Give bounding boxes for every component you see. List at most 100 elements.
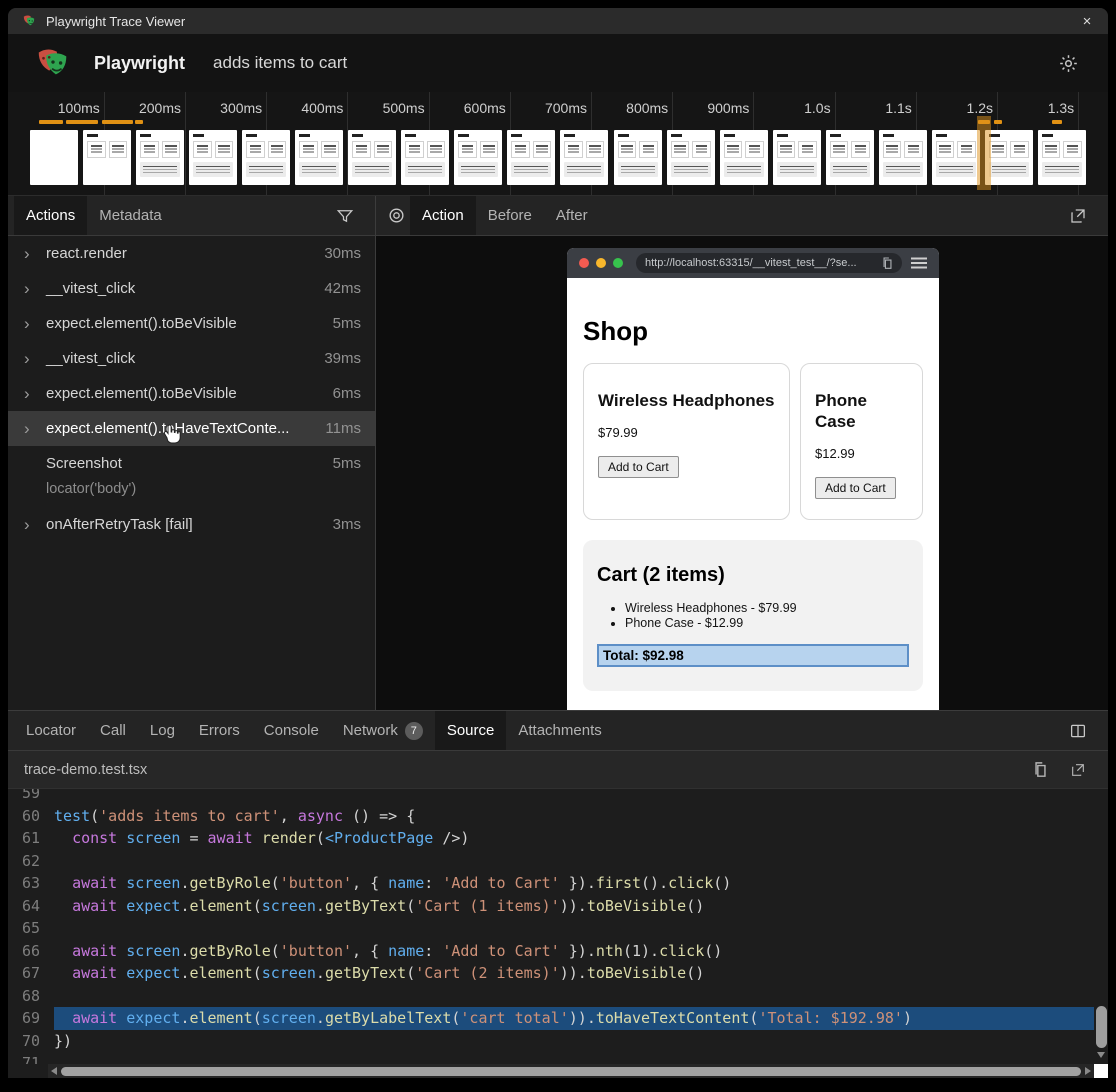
filmstrip-thumbnail-4[interactable]	[189, 130, 237, 185]
filmstrip-thumbnail-13[interactable]	[667, 130, 715, 185]
filmstrip-thumbnail-6[interactable]	[295, 130, 343, 185]
action-list-item[interactable]: ›react.render30ms	[8, 236, 375, 271]
code-line-64[interactable]: 64 await expect.element(screen.getByText…	[8, 895, 1094, 918]
snapshot-browser-window: http://localhost:63315/__vitest_test__/?…	[567, 248, 939, 710]
tab-call[interactable]: Call	[88, 711, 138, 750]
action-list-item[interactable]: ›__vitest_click39ms	[8, 341, 375, 376]
chevron-right-icon[interactable]: ›	[24, 279, 46, 299]
code-line-66[interactable]: 66 await screen.getByRole('button', { na…	[8, 940, 1094, 963]
add-to-cart-button[interactable]: Add to Cart	[598, 456, 679, 478]
code-line-61[interactable]: 61 const screen = await render(<ProductP…	[8, 827, 1094, 850]
chevron-right-icon[interactable]: ›	[24, 349, 46, 369]
code-token	[54, 897, 72, 915]
thumb-line	[1045, 172, 1079, 174]
code-line-60[interactable]: 60test('adds items to cart', async () =>…	[8, 805, 1094, 828]
playwright-logo	[34, 44, 72, 82]
filmstrip-thumbnail-1[interactable]	[30, 130, 78, 185]
chevron-right-icon[interactable]: ›	[24, 244, 46, 264]
filmstrip[interactable]	[30, 130, 1086, 186]
open-source-external-link-icon[interactable]	[1064, 756, 1092, 784]
source-code-viewer[interactable]: 5960test('adds items to cart', async () …	[8, 789, 1108, 1078]
code-token: (	[253, 1009, 262, 1027]
split-columns-icon[interactable]	[1064, 717, 1092, 745]
code-line-71[interactable]: 71	[8, 1052, 1094, 1064]
tab-after[interactable]: After	[544, 196, 600, 235]
vertical-scrollbar[interactable]	[1094, 789, 1108, 1064]
filmstrip-thumbnail-3[interactable]	[136, 130, 184, 185]
tab-action[interactable]: Action	[410, 196, 476, 235]
chevron-right-icon[interactable]: ›	[24, 314, 46, 334]
filmstrip-thumbnail-12[interactable]	[614, 130, 662, 185]
code-line-70[interactable]: 70})	[8, 1030, 1094, 1053]
tab-actions[interactable]: Actions	[14, 196, 87, 235]
filmstrip-thumbnail-16[interactable]	[826, 130, 874, 185]
thumb-product-card	[851, 141, 870, 158]
vertical-scrollbar-thumb[interactable]	[1096, 1006, 1107, 1048]
filmstrip-thumbnail-10[interactable]	[507, 130, 555, 185]
tab-metadata[interactable]: Metadata	[87, 196, 174, 235]
horizontal-scrollbar[interactable]	[48, 1064, 1094, 1078]
action-list-item[interactable]: ›expect.element().toHaveTextConte...11ms	[8, 411, 375, 446]
scroll-right-arrow-icon[interactable]	[1085, 1067, 1091, 1075]
copy-source-icon[interactable]	[1026, 756, 1054, 784]
thumb-line	[249, 169, 283, 171]
browser-menu-icon[interactable]	[911, 257, 927, 269]
chevron-right-icon[interactable]: ›	[24, 515, 46, 535]
thumb-line	[356, 151, 368, 153]
open-snapshot-external-link-icon[interactable]	[1064, 202, 1092, 230]
tab-network[interactable]: Network7	[331, 711, 435, 750]
filmstrip-thumbnail-9[interactable]	[454, 130, 502, 185]
code-line-68[interactable]: 68	[8, 985, 1094, 1008]
action-list-item[interactable]: ›expect.element().toBeVisible6ms	[8, 376, 375, 411]
filmstrip-thumbnail-11[interactable]	[560, 130, 608, 185]
filmstrip-thumbnail-7[interactable]	[348, 130, 396, 185]
filmstrip-thumbnail-20[interactable]	[1038, 130, 1086, 185]
filter-icon[interactable]	[331, 202, 359, 230]
add-to-cart-button[interactable]: Add to Cart	[815, 477, 896, 499]
filmstrip-thumbnail-14[interactable]	[720, 130, 768, 185]
code-text	[54, 917, 1094, 940]
tab-errors[interactable]: Errors	[187, 711, 252, 750]
code-text: await expect.element(screen.getByLabelTe…	[54, 1007, 1094, 1030]
thumb-product-card	[480, 141, 499, 158]
action-list-item[interactable]: Screenshot5ms	[8, 446, 375, 481]
thumb-line	[833, 148, 845, 150]
filmstrip-thumbnail-5[interactable]	[242, 130, 290, 185]
copy-url-icon[interactable]	[882, 257, 893, 270]
code-line-62[interactable]: 62	[8, 850, 1094, 873]
tab-log[interactable]: Log	[138, 711, 187, 750]
tab-locator[interactable]: Locator	[14, 711, 88, 750]
horizontal-scrollbar-thumb[interactable]	[61, 1067, 1081, 1076]
close-icon[interactable]: ×	[1078, 13, 1096, 30]
filmstrip-thumbnail-18[interactable]	[932, 130, 980, 185]
filmstrip-thumbnail-17[interactable]	[879, 130, 927, 185]
tab-before[interactable]: Before	[476, 196, 544, 235]
code-line-65[interactable]: 65	[8, 917, 1094, 940]
action-list-item[interactable]: ›onAfterRetryTask [fail]3ms	[8, 507, 375, 542]
tab-console[interactable]: Console	[252, 711, 331, 750]
code-line-67[interactable]: 67 await expect.element(screen.getByText…	[8, 962, 1094, 985]
timeline-tick-label: 400ms	[265, 100, 343, 116]
tab-source[interactable]: Source	[435, 711, 507, 750]
chevron-right-icon[interactable]: ›	[24, 419, 46, 439]
thumb-line	[855, 151, 867, 153]
filmstrip-thumbnail-19[interactable]	[985, 130, 1033, 185]
filmstrip-thumbnail-2[interactable]	[83, 130, 131, 185]
thumb-line	[462, 151, 474, 153]
timeline[interactable]: 100ms200ms300ms400ms500ms600ms700ms800ms…	[8, 92, 1108, 196]
pick-locator-icon[interactable]	[382, 202, 410, 230]
code-line-59[interactable]: 59	[8, 789, 1094, 805]
chevron-right-icon[interactable]: ›	[24, 384, 46, 404]
code-line-63[interactable]: 63 await screen.getByRole('button', { na…	[8, 872, 1094, 895]
gear-icon[interactable]	[1054, 49, 1082, 77]
filmstrip-thumbnail-8[interactable]	[401, 130, 449, 185]
action-list-item[interactable]: ›expect.element().toBeVisible5ms	[8, 306, 375, 341]
tab-attachments[interactable]: Attachments	[506, 711, 613, 750]
action-list-item[interactable]: ›__vitest_click42ms	[8, 271, 375, 306]
scroll-left-arrow-icon[interactable]	[51, 1067, 57, 1075]
code-token: first	[596, 874, 641, 892]
filmstrip-thumbnail-15[interactable]	[773, 130, 821, 185]
code-line-69[interactable]: 69 await expect.element(screen.getByLabe…	[8, 1007, 1094, 1030]
code-token: (	[316, 829, 325, 847]
scroll-down-arrow-icon[interactable]	[1097, 1052, 1105, 1058]
